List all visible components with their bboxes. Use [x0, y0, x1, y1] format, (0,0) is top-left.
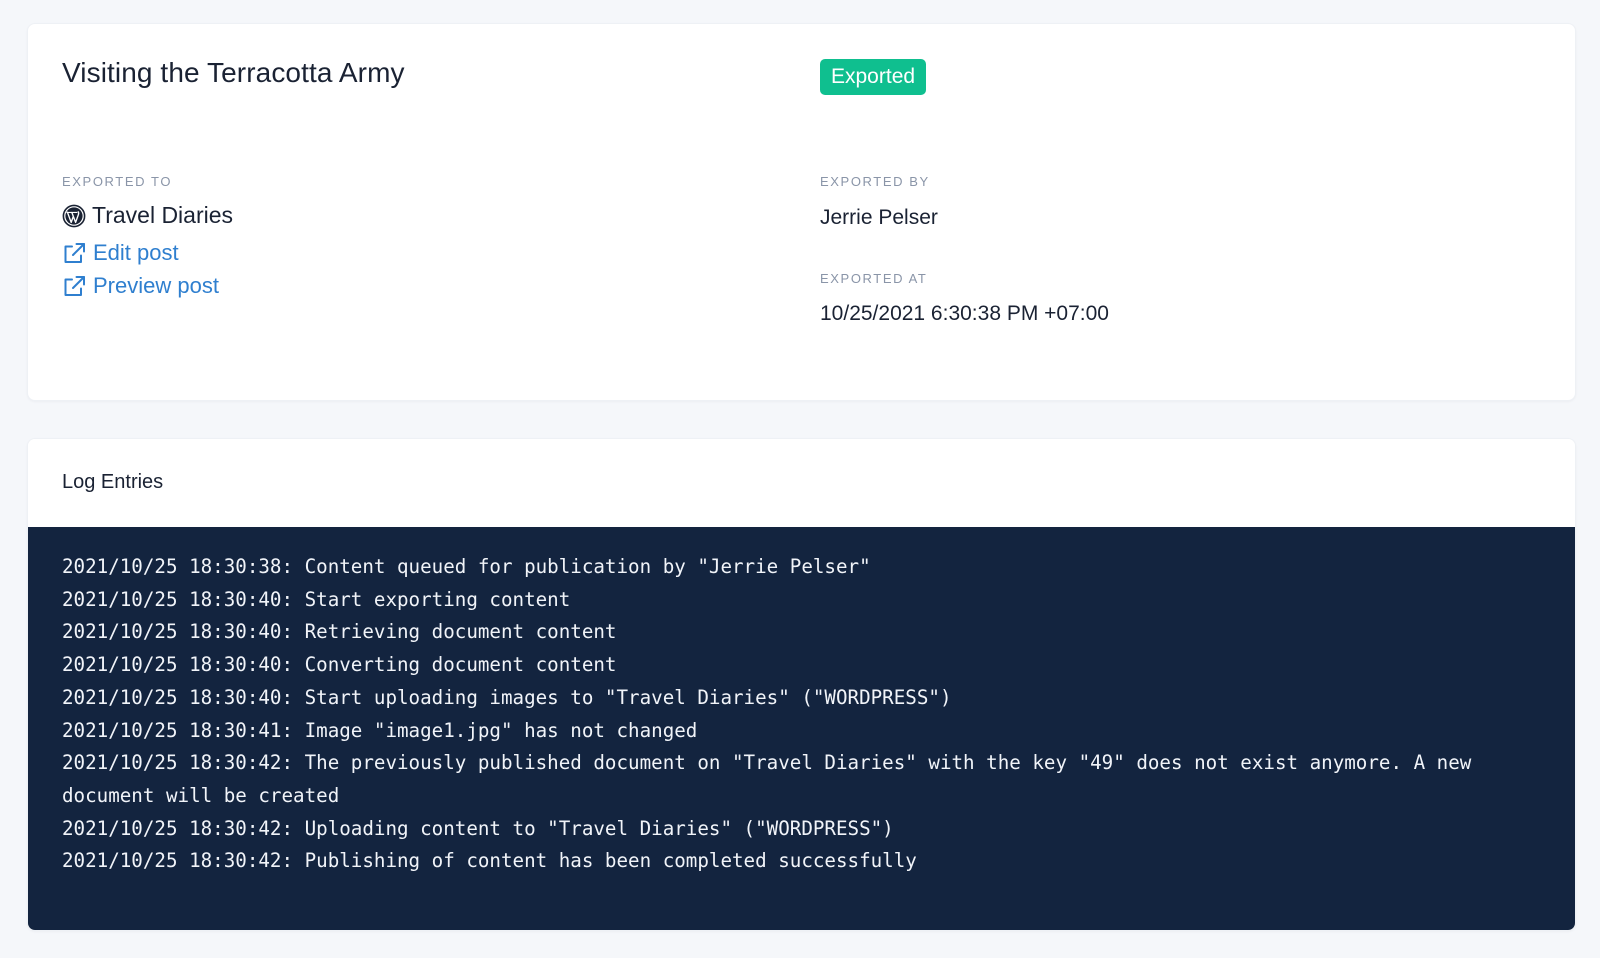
log-title: Log Entries — [62, 471, 164, 493]
edit-post-link[interactable]: Edit post — [62, 240, 179, 266]
exported-to-label: EXPORTED TO — [62, 174, 173, 189]
log-entry: 2021/10/25 18:30:42: Publishing of conte… — [62, 849, 917, 873]
status-badge: Exported — [820, 59, 927, 95]
destination-name: Travel Diaries — [92, 202, 234, 228]
preview-post-label: Preview post — [93, 273, 219, 298]
log-entry: 2021/10/25 18:30:41: Image "image1.jpg" … — [62, 718, 698, 742]
document-title: Visiting the Terracotta Army — [62, 57, 405, 88]
log-header: Log Entries — [28, 439, 1575, 527]
log-entry: 2021/10/25 18:30:40: Retrieving document… — [62, 620, 617, 644]
exported-at-value: 10/25/2021 6:30:38 PM +07:00 — [820, 302, 1109, 325]
external-link-icon — [62, 241, 87, 266]
log-console: 2021/10/25 18:30:38: Content queued for … — [28, 527, 1575, 930]
external-link-icon — [62, 274, 87, 299]
exported-by-label: EXPORTED BY — [820, 174, 930, 189]
log-entry: 2021/10/25 18:30:40: Start exporting con… — [62, 587, 571, 611]
log-entry: 2021/10/25 18:30:42: Uploading content t… — [62, 816, 894, 840]
log-entry: 2021/10/25 18:30:40: Start uploading ima… — [62, 685, 952, 709]
destination: Travel Diaries — [62, 202, 233, 229]
export-summary-card: Visiting the Terracotta Army Exported EX… — [27, 23, 1576, 401]
edit-post-label: Edit post — [93, 240, 179, 265]
log-entry: 2021/10/25 18:30:40: Converting document… — [62, 653, 617, 677]
log-entry: 2021/10/25 18:30:42: The previously publ… — [62, 751, 1483, 807]
wordpress-icon — [62, 204, 86, 228]
exported-by-value: Jerrie Pelser — [820, 206, 938, 229]
exported-at-label: EXPORTED AT — [820, 271, 928, 286]
log-entry: 2021/10/25 18:30:38: Content queued for … — [62, 555, 871, 578]
log-entries-card: Log Entries 2021/10/25 18:30:38: Content… — [27, 438, 1576, 931]
preview-post-link[interactable]: Preview post — [62, 273, 219, 299]
